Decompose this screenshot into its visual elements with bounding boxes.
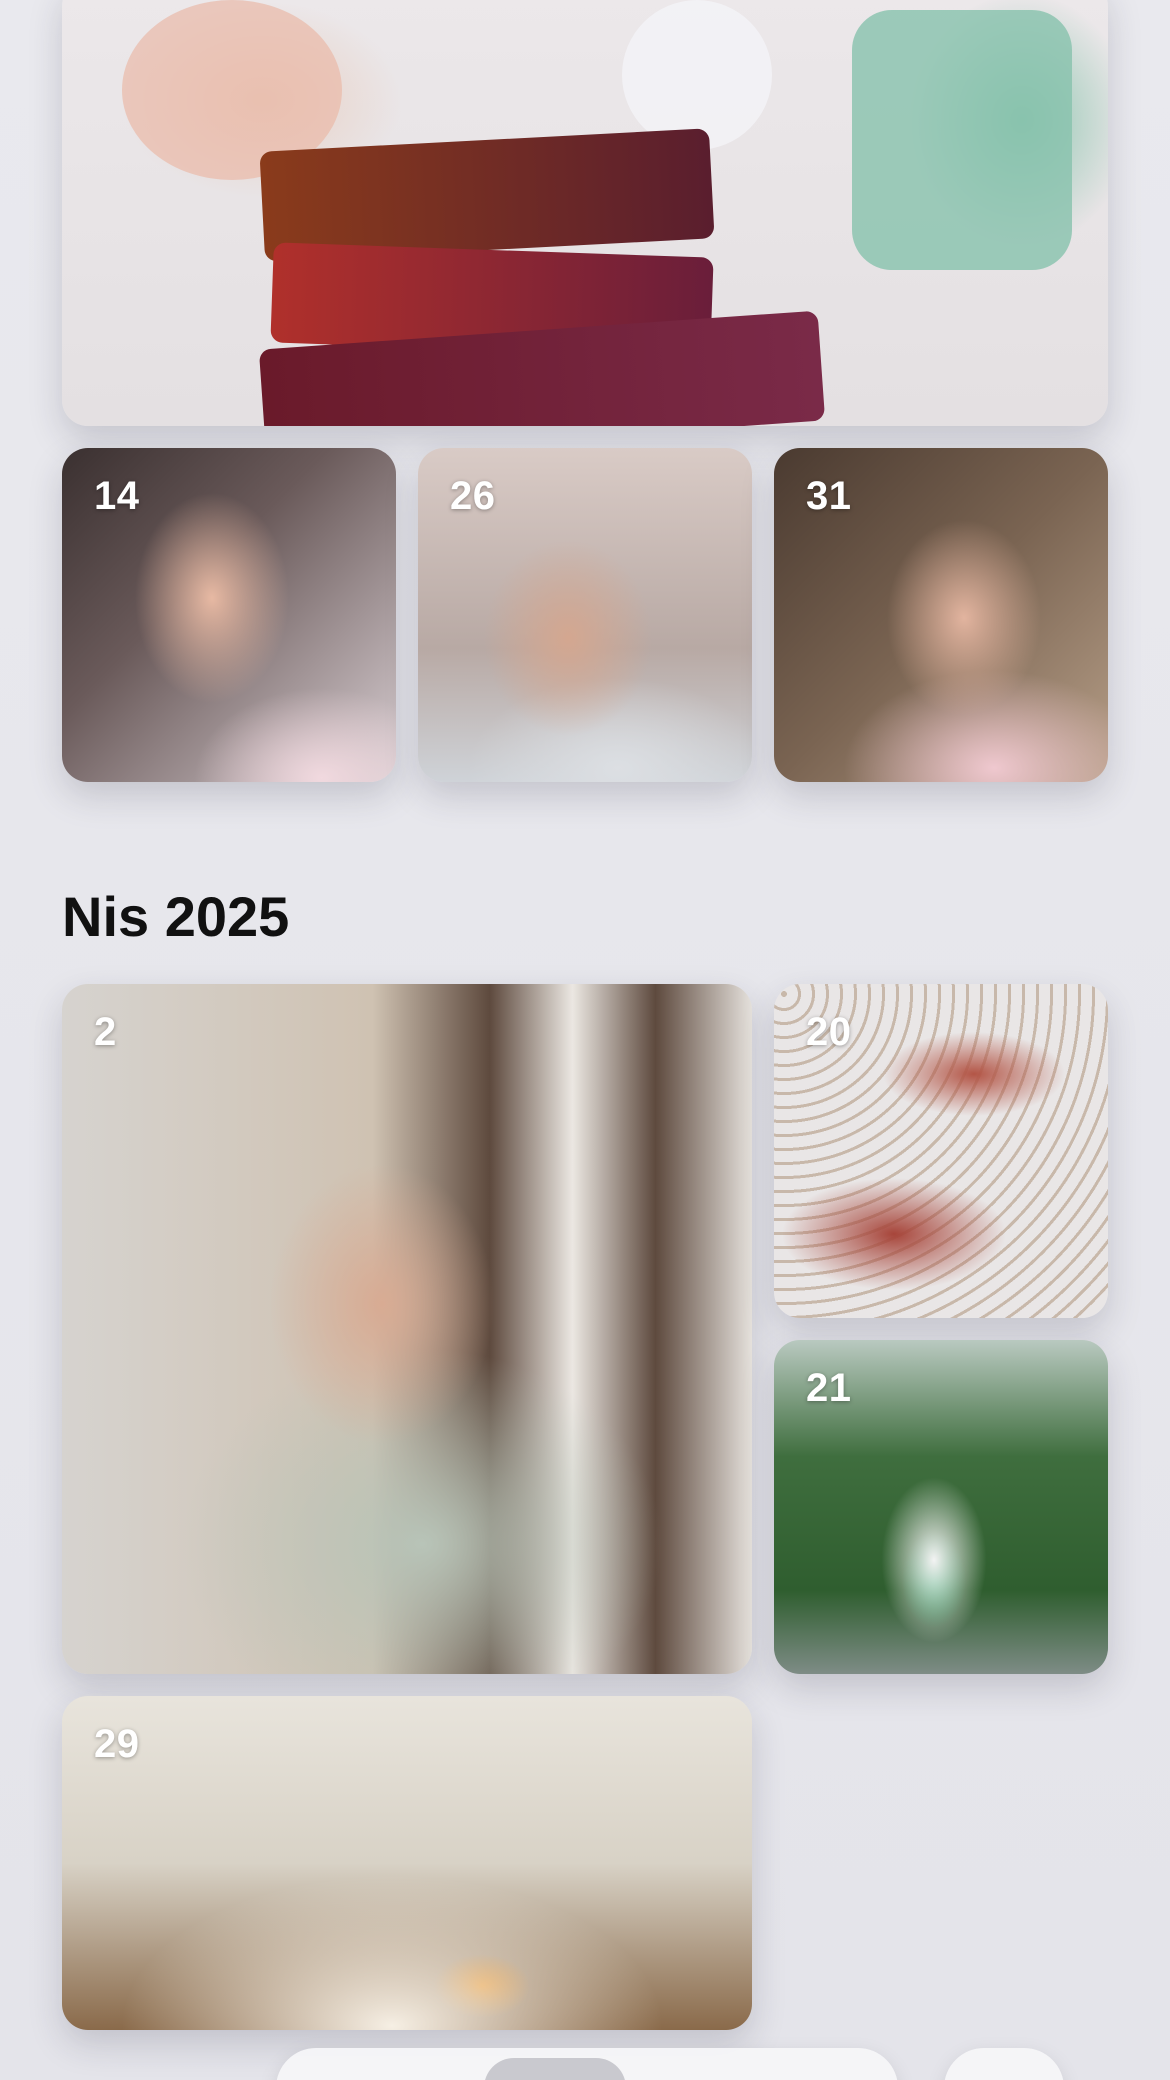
- photo-tile[interactable]: 14: [62, 448, 396, 782]
- decoration-shape: [852, 10, 1072, 270]
- photo-tile[interactable]: 26: [418, 448, 752, 782]
- decoration-shape: [622, 0, 772, 150]
- day-label: 14: [94, 474, 140, 518]
- day-label: 21: [806, 1366, 852, 1410]
- day-label: 20: [806, 1010, 852, 1054]
- day-label: 29: [94, 1722, 140, 1766]
- photo-tile-large[interactable]: 2: [62, 984, 752, 1674]
- bottom-tab-bar[interactable]: [276, 2048, 898, 2080]
- day-label: 26: [450, 474, 496, 518]
- photo-tile-large[interactable]: [62, 0, 1108, 426]
- photos-library-view: 14 26 31 Nis 2025 2 20 21 29: [0, 0, 1170, 2080]
- search-button[interactable]: [944, 2048, 1064, 2080]
- photo-tile[interactable]: 31: [774, 448, 1108, 782]
- month-title: Nis 2025: [62, 885, 290, 948]
- photo-tile[interactable]: 20: [774, 984, 1108, 1318]
- tab-selected-indicator[interactable]: [484, 2058, 626, 2080]
- ice-cream-wrapper: [259, 128, 715, 262]
- photo-tile-wide[interactable]: 29: [62, 1696, 752, 2030]
- day-label: 31: [806, 474, 852, 518]
- photo-tile[interactable]: 21: [774, 1340, 1108, 1674]
- day-label: 2: [94, 1010, 117, 1054]
